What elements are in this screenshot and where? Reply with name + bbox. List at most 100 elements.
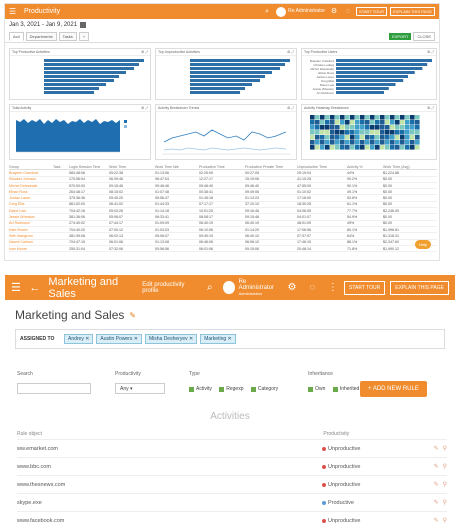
tab-acti[interactable]: Acti	[9, 32, 24, 41]
heatmap-cell	[395, 135, 400, 140]
heatmap-cell	[405, 145, 410, 150]
rule-row[interactable]: www.thesnews.com Unproductive ✎ ⚲	[17, 475, 447, 493]
card-total-activity: Total Activity ⚙ ⤢	[9, 104, 151, 160]
column-header[interactable]: Unproductive Time	[297, 165, 347, 169]
filter-icon[interactable]: ⚲	[443, 499, 447, 506]
search-icon[interactable]: ⌕	[204, 281, 216, 295]
explain-page-button[interactable]: EXPLAIN THIS PAGE	[390, 280, 449, 295]
inheritance-inherited-checkbox[interactable]: Inherited	[332, 386, 359, 392]
heatmap-cell	[355, 140, 360, 145]
edit-icon[interactable]: ✎	[434, 463, 439, 470]
assignee-chip[interactable]: Andrey ✕	[64, 334, 94, 344]
rule-row[interactable]: www.bbc.com Unproductive ✎ ⚲	[17, 457, 447, 475]
add-tab-button[interactable]: +	[78, 32, 90, 41]
table-row[interactable]: Ivan Moore 250:31:04 07:32:06 00:56:56 06:01…	[9, 246, 437, 253]
table-cell: 06:10:06	[199, 227, 213, 232]
column-header[interactable]: Login Session Time	[69, 165, 109, 169]
column-header[interactable]: Productive Time	[199, 165, 245, 169]
search-input[interactable]	[17, 383, 91, 394]
column-header[interactable]: Productive Private Time	[245, 165, 297, 169]
help-button[interactable]: Help	[415, 240, 432, 249]
avatar[interactable]	[223, 281, 235, 294]
table-cell: 09:15:46	[109, 183, 123, 188]
assignee-chip[interactable]: Marketing ✕	[200, 334, 236, 344]
gear-icon[interactable]: ⚙	[329, 7, 339, 17]
assignee-chip[interactable]: Austin Powers ✕	[96, 334, 142, 344]
heatmap-cell	[405, 120, 410, 125]
filter-icon[interactable]: ⚲	[443, 517, 447, 524]
gear-icon[interactable]: ⚙	[286, 281, 298, 295]
more-icon[interactable]: ⋮	[327, 281, 339, 295]
column-header[interactable]: Activity %	[347, 165, 383, 169]
heatmap-cell	[380, 125, 385, 130]
table-cell: 88.1%	[347, 240, 358, 245]
inheritance-own-checkbox[interactable]: Own	[308, 386, 325, 392]
column-header[interactable]: Work Time Idle	[155, 165, 199, 169]
table-cell: 05:56:37	[155, 196, 169, 201]
inheritance-label: Inheritance	[308, 371, 333, 377]
export-button[interactable]: EXPORT	[389, 33, 412, 40]
type-regexp-checkbox[interactable]: Regexp	[219, 386, 243, 392]
productivity-value: Unproductive	[328, 445, 361, 452]
card-settings-icon[interactable]: ⚙ ⤢	[141, 50, 148, 54]
tab-tasks[interactable]: Tasks	[58, 32, 77, 41]
card-settings-icon[interactable]: ⚙ ⤢	[427, 106, 434, 110]
table-cell: 01:45:18	[199, 196, 213, 201]
heatmap-cell	[365, 125, 370, 130]
explain-page-button[interactable]: EXPLAIN THIS PAGE	[390, 7, 435, 16]
card-settings-icon[interactable]: ⚙ ⤢	[287, 50, 294, 54]
type-category-checkbox[interactable]: Category	[250, 386, 278, 392]
column-header[interactable]: Group	[9, 165, 53, 169]
card-top-unproductive-activities: Top Unproductive Activities ⚙ ⤢	[155, 48, 297, 100]
start-tour-button[interactable]: START TOUR	[356, 7, 388, 16]
card-settings-icon[interactable]: ⚙ ⤢	[287, 106, 294, 110]
column-header[interactable]: Task	[53, 165, 69, 169]
heatmap-cell	[410, 125, 415, 130]
add-new-rule-button[interactable]: + ADD NEW RULE	[360, 381, 427, 397]
edit-icon[interactable]: ✎	[434, 445, 439, 452]
bar	[336, 71, 415, 74]
column-header[interactable]: Work Time (Avg)	[383, 165, 427, 169]
bar	[44, 87, 99, 90]
heatmap-cell	[365, 140, 370, 145]
tab-departments[interactable]: Departments	[25, 32, 57, 41]
menu-icon[interactable]: ☰	[9, 7, 19, 16]
heatmap-cell	[360, 130, 365, 135]
filter-icon[interactable]: ⚲	[443, 445, 447, 452]
edit-icon[interactable]: ✎	[434, 481, 439, 488]
user-role: Administrator	[238, 290, 263, 296]
table-cell: $2,246.00	[383, 208, 399, 213]
bar	[336, 63, 428, 66]
rule-object: ww.emarket.com	[17, 445, 58, 452]
bar	[336, 83, 396, 86]
rule-row[interactable]: www.facebook.com Unproductive ✎ ⚲	[17, 511, 447, 525]
search-icon[interactable]: ⌕	[262, 7, 272, 17]
rules-header: Rule object Productivity	[17, 431, 447, 437]
bell-icon[interactable]: ◌	[306, 281, 318, 295]
menu-icon[interactable]: ☰	[11, 281, 23, 294]
edit-icon[interactable]: ✎	[434, 499, 439, 506]
card-settings-icon[interactable]: ⚙ ⤢	[141, 106, 148, 110]
card-settings-icon[interactable]: ⚙ ⤢	[427, 50, 434, 54]
back-arrow-icon[interactable]: ←	[29, 282, 40, 294]
bell-icon[interactable]: ◌	[343, 7, 353, 17]
edit-icon[interactable]: ✎	[434, 517, 439, 524]
heatmap-cell	[365, 130, 370, 135]
date-range-picker[interactable]: Jan 3, 2021 - Jan 9, 2021	[5, 19, 439, 31]
assignee-chip[interactable]: Misha Desheryev ✕	[144, 334, 198, 344]
type-activity-checkbox[interactable]: Activity	[189, 386, 212, 392]
avatar[interactable]	[276, 6, 287, 17]
assigned-to-field[interactable]: ASSIGNED TO Andrey ✕ Austin Powers ✕ Mis…	[15, 329, 445, 349]
table-cell: 09:16:46	[245, 208, 259, 213]
close-button[interactable]: CLOSE	[413, 32, 435, 41]
table-cell: 06:40:19	[245, 221, 259, 226]
rule-row[interactable]: skype.exe Productive ✎ ⚲	[17, 493, 447, 511]
filter-icon[interactable]: ⚲	[443, 463, 447, 470]
start-tour-button[interactable]: START TOUR	[344, 280, 386, 295]
edit-pencil-icon[interactable]: ✎	[129, 311, 136, 320]
productivity-select[interactable]: Any ▾	[115, 383, 165, 394]
rule-row[interactable]: ww.emarket.com Unproductive ✎ ⚲	[17, 439, 447, 457]
column-header[interactable]: Work Time	[109, 165, 155, 169]
filter-icon[interactable]: ⚲	[443, 481, 447, 488]
calendar-icon[interactable]	[80, 22, 87, 28]
